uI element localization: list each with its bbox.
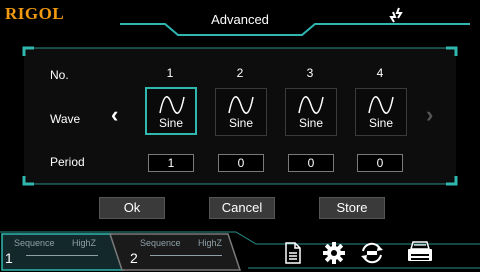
chevron-left-icon[interactable]: ‹ — [111, 104, 118, 126]
wave-tile-3[interactable]: Sine — [285, 88, 337, 136]
store-button[interactable]: Store — [319, 197, 385, 219]
wave-label: Sine — [228, 116, 254, 130]
sine-wave-icon — [368, 96, 394, 114]
wave-label: Sine — [158, 116, 184, 130]
document-icon[interactable] — [284, 242, 302, 264]
row-label-period: Period — [50, 155, 85, 169]
column-number: 2 — [236, 66, 244, 80]
sine-wave-icon — [159, 96, 185, 114]
column-number: 1 — [166, 66, 174, 80]
cancel-button[interactable]: Cancel — [209, 197, 275, 219]
wave-tile-2[interactable]: Sine — [215, 88, 267, 136]
row-label-wave: Wave — [50, 112, 81, 126]
sync-icon[interactable] — [359, 241, 385, 265]
period-input-1[interactable]: 1 — [148, 154, 194, 172]
channel-number: 2 — [130, 250, 138, 266]
channel-divider — [26, 255, 98, 256]
printer-icon[interactable] — [406, 241, 434, 265]
ok-button[interactable]: Ok — [99, 197, 165, 219]
wave-tile-4[interactable]: Sine — [355, 88, 407, 136]
channel-mode: Sequence — [140, 238, 181, 248]
period-input-2[interactable]: 0 — [218, 154, 264, 172]
wave-label: Sine — [368, 116, 394, 130]
channel-impedance: HighZ — [198, 238, 223, 248]
channel-number: 1 — [5, 250, 13, 266]
channel-divider — [150, 255, 222, 256]
channel-1-tab[interactable]: Sequence HighZ 1 — [0, 232, 124, 272]
row-label-no: No. — [50, 68, 69, 82]
column-number: 4 — [376, 66, 384, 80]
wave-label: Sine — [298, 116, 324, 130]
channel-2-tab[interactable]: Sequence HighZ 2 — [124, 232, 240, 272]
column-number: 3 — [306, 66, 314, 80]
chevron-right-icon[interactable]: › — [426, 104, 433, 126]
wave-tile-1[interactable]: Sine — [145, 87, 197, 135]
period-input-4[interactable]: 0 — [357, 154, 403, 172]
gear-icon[interactable] — [322, 241, 346, 265]
period-input-3[interactable]: 0 — [288, 154, 334, 172]
sine-wave-icon — [298, 96, 324, 114]
channel-impedance: HighZ — [72, 238, 97, 248]
channel-mode: Sequence — [14, 238, 55, 248]
sine-wave-icon — [228, 96, 254, 114]
